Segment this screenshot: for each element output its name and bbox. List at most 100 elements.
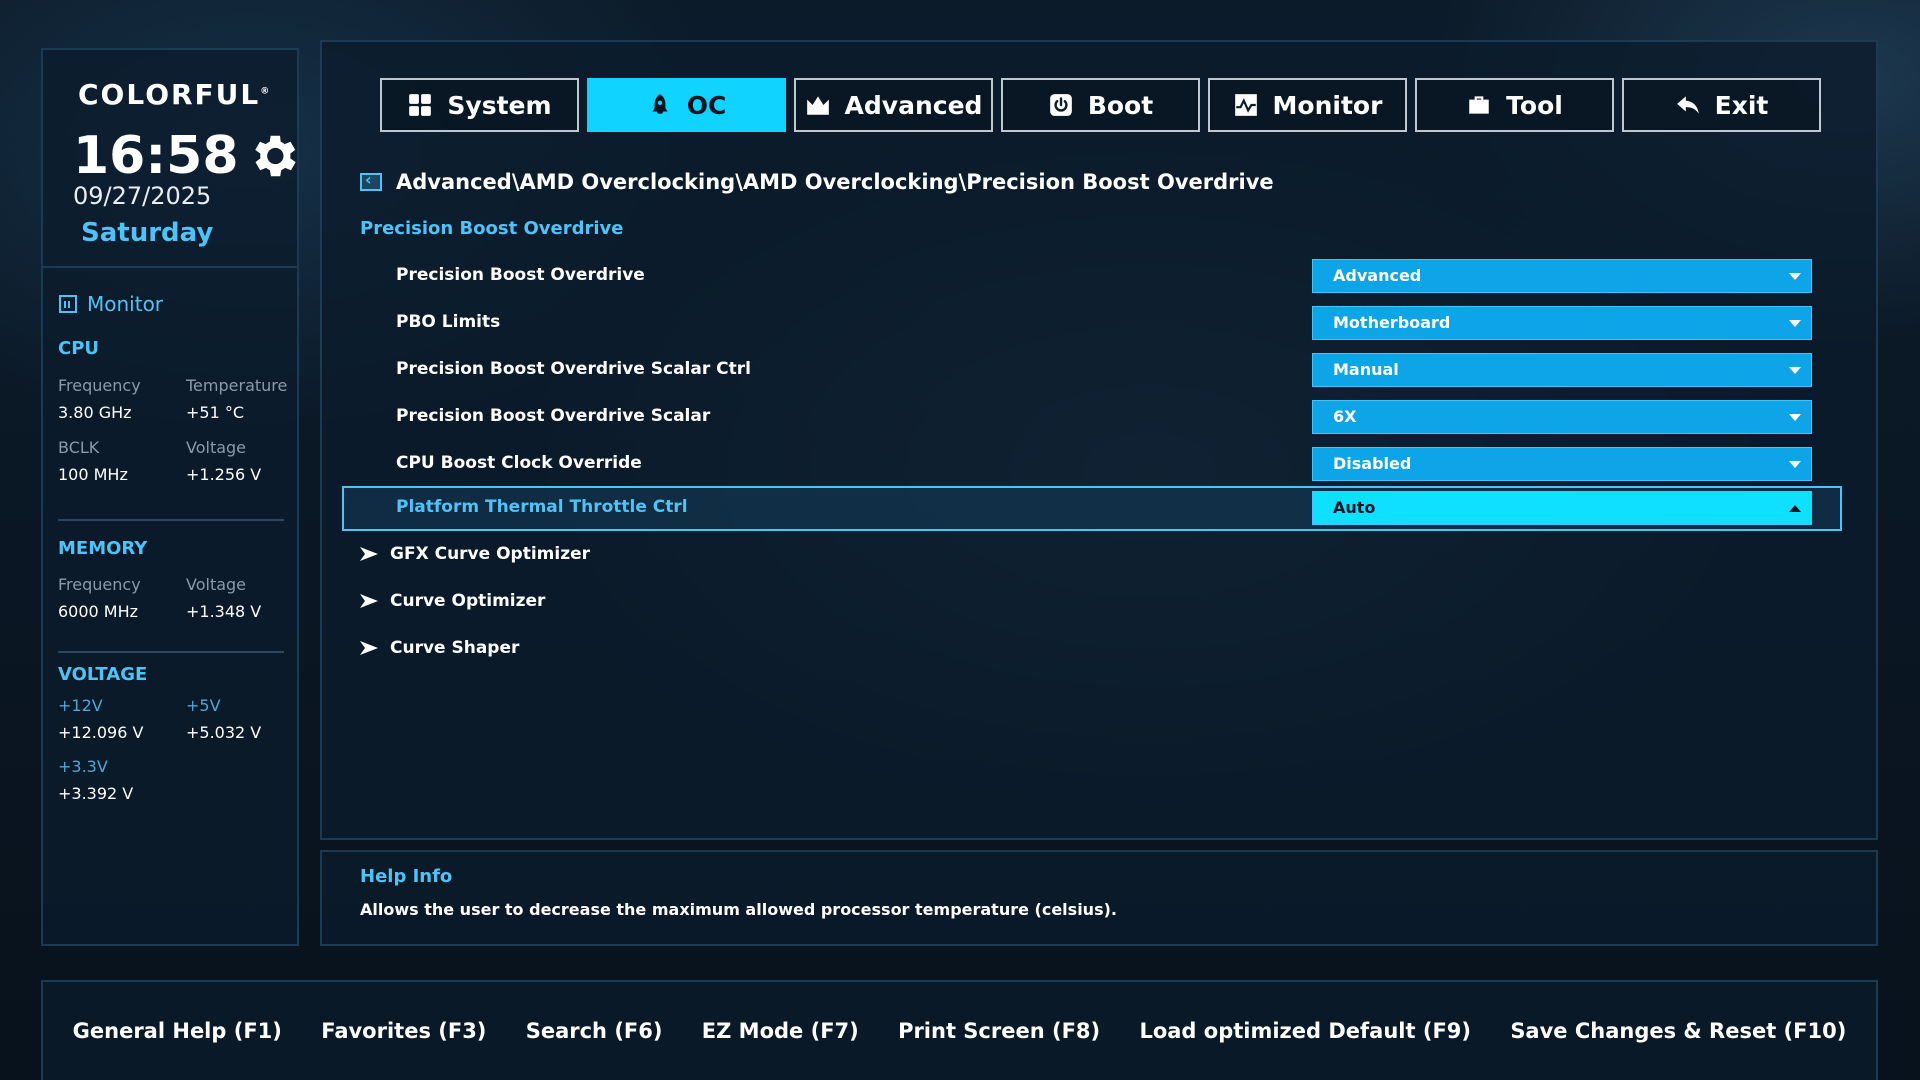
setting-label: PBO Limits (396, 312, 501, 332)
favorites-button[interactable]: Favorites (F3) (321, 1019, 486, 1043)
print-screen-button[interactable]: Print Screen (F8) (898, 1019, 1100, 1043)
setting-row[interactable]: Precision Boost Overdrive Advanced (342, 254, 1842, 299)
toolbox-icon (1469, 96, 1489, 114)
memory-voltage-label: Voltage (186, 575, 247, 594)
setting-row[interactable]: Precision Boost Overdrive Scalar 6X (342, 395, 1842, 440)
tab-label: System (447, 90, 552, 120)
back-icon[interactable] (360, 170, 382, 191)
power-icon (1049, 94, 1072, 116)
tab-label: Advanced (844, 90, 983, 120)
monitor-header: Monitor (59, 292, 163, 316)
tab-advanced[interactable]: Advanced (794, 78, 993, 132)
date-display: 09/27/2025 (73, 182, 212, 210)
v12-value: +12.096 V (58, 723, 144, 742)
tab-boot[interactable]: Boot (1001, 78, 1200, 132)
setting-row-selected[interactable]: Platform Thermal Throttle Ctrl Auto (342, 486, 1842, 531)
tab-label: Boot (1087, 90, 1154, 120)
tab-tool[interactable]: Tool (1415, 78, 1614, 132)
memory-frequency-label: Frequency (58, 575, 141, 594)
reply-icon (1676, 96, 1699, 114)
chevron-down-icon (1789, 273, 1801, 280)
chevron-down-icon (1789, 414, 1801, 421)
monitor-icon (59, 295, 77, 313)
cpu-voltage-value: +1.256 V (186, 465, 262, 484)
cpu-temperature-value: +51 °C (186, 403, 245, 422)
setting-label: Precision Boost Overdrive Scalar (396, 406, 711, 426)
brand-panel: COLORFUL® 16:58 09/27/2025 Saturday (41, 48, 299, 268)
tab-bar: System OC Advanced Boot Monitor Tool Exi… (380, 78, 1821, 132)
grid-icon (409, 94, 432, 116)
crown-icon (806, 96, 829, 115)
pulse-icon (1234, 94, 1257, 116)
general-help-button[interactable]: General Help (F1) (73, 1019, 282, 1043)
ez-mode-button[interactable]: EZ Mode (F7) (702, 1019, 859, 1043)
help-title: Help Info (360, 866, 453, 887)
save-reset-button[interactable]: Save Changes & Reset (F10) (1510, 1019, 1846, 1043)
setting-dropdown[interactable]: Advanced (1312, 259, 1812, 293)
tab-label: Monitor (1272, 90, 1383, 120)
breadcrumb: Advanced\AMD Overclocking\AMD Overclocki… (360, 170, 1274, 194)
clock: 16:58 (73, 126, 301, 186)
tab-label: OC (686, 90, 727, 120)
v5-value: +5.032 V (186, 723, 262, 742)
load-default-button[interactable]: Load optimized Default (F9) (1139, 1019, 1471, 1043)
setting-label: CPU Boost Clock Override (396, 453, 642, 473)
rocket-icon (652, 94, 668, 114)
setting-row[interactable]: Precision Boost Overdrive Scalar Ctrl Ma… (342, 348, 1842, 393)
v5-label: +5V (186, 696, 221, 715)
divider (58, 519, 284, 521)
monitor-panel: Monitor CPU Frequency Temperature 3.80 G… (41, 268, 299, 946)
chevron-up-icon (1789, 505, 1801, 512)
tab-monitor[interactable]: Monitor (1208, 78, 1407, 132)
setting-dropdown[interactable]: Motherboard (1312, 306, 1812, 340)
submenu-curve-shaper[interactable]: Curve Shaper (360, 638, 519, 658)
v33-value: +3.392 V (58, 784, 134, 803)
v12-label: +12V (58, 696, 103, 715)
colorful-logo: COLORFUL® (78, 78, 272, 111)
time-display: 16:58 (73, 126, 239, 186)
submenu-curve-optimizer[interactable]: Curve Optimizer (360, 591, 545, 611)
memory-title: MEMORY (58, 538, 148, 559)
tab-oc[interactable]: OC (587, 78, 786, 132)
setting-label: Precision Boost Overdrive (396, 265, 645, 285)
submenu-gfx-curve-optimizer[interactable]: GFX Curve Optimizer (360, 544, 590, 564)
setting-row[interactable]: PBO Limits Motherboard (342, 301, 1842, 346)
tab-label: Exit (1714, 90, 1769, 120)
setting-label: Platform Thermal Throttle Ctrl (396, 497, 688, 517)
setting-dropdown[interactable]: Auto (1312, 491, 1812, 525)
gear-icon[interactable] (245, 128, 301, 184)
setting-dropdown[interactable]: 6X (1312, 400, 1812, 434)
tab-system[interactable]: System (380, 78, 579, 132)
v33-label: +3.3V (58, 757, 108, 776)
bclk-value: 100 MHz (58, 465, 128, 484)
help-text: Allows the user to decrease the maximum … (360, 900, 1117, 919)
breadcrumb-text: Advanced\AMD Overclocking\AMD Overclocki… (396, 170, 1274, 194)
voltage-title: VOLTAGE (58, 664, 148, 685)
tab-exit[interactable]: Exit (1622, 78, 1821, 132)
help-panel: Help Info Allows the user to decrease th… (320, 850, 1878, 946)
cpu-frequency-label: Frequency (58, 376, 141, 395)
cpu-temperature-label: Temperature (186, 376, 288, 395)
arrow-right-icon (360, 547, 378, 561)
monitor-title: Monitor (87, 292, 164, 316)
memory-voltage-value: +1.348 V (186, 602, 262, 621)
cpu-frequency-value: 3.80 GHz (58, 403, 132, 422)
section-title: Precision Boost Overdrive (360, 218, 624, 239)
setting-row[interactable]: CPU Boost Clock Override Disabled (342, 442, 1842, 487)
chevron-down-icon (1789, 367, 1801, 374)
tab-label: Tool (1506, 90, 1563, 120)
setting-dropdown[interactable]: Disabled (1312, 447, 1812, 481)
chevron-down-icon (1789, 461, 1801, 468)
chevron-down-icon (1789, 320, 1801, 327)
footer-bar: General Help (F1) Favorites (F3) Search … (41, 980, 1878, 1080)
arrow-right-icon (360, 594, 378, 608)
cpu-voltage-label: Voltage (186, 438, 247, 457)
cpu-title: CPU (58, 338, 100, 359)
weekday-display: Saturday (81, 218, 214, 248)
divider (58, 651, 284, 653)
search-button[interactable]: Search (F6) (526, 1019, 663, 1043)
main-panel: System OC Advanced Boot Monitor Tool Exi… (320, 40, 1878, 840)
setting-label: Precision Boost Overdrive Scalar Ctrl (396, 359, 751, 379)
setting-dropdown[interactable]: Manual (1312, 353, 1812, 387)
arrow-right-icon (360, 641, 378, 655)
